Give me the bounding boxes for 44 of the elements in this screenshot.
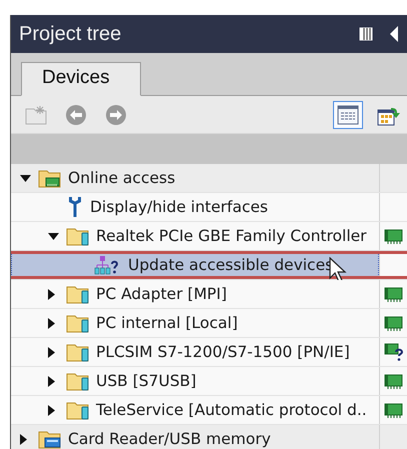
expand-arrow-icon[interactable] <box>48 404 55 416</box>
collapse-arrow-icon[interactable] <box>48 232 59 240</box>
columns-icon[interactable] <box>359 27 373 41</box>
tree-item[interactable]: TeleService [Automatic protocol d.. <box>11 396 379 424</box>
network-card-icon <box>384 228 404 244</box>
expand-arrow-icon[interactable] <box>48 318 55 328</box>
expand-arrow-icon[interactable] <box>48 346 55 358</box>
item-label: Display/hide interfaces <box>90 198 268 216</box>
item-label: PC internal [Local] <box>96 314 238 332</box>
network-card-icon <box>384 402 404 418</box>
item-label: PC Adapter [MPI] <box>96 285 227 303</box>
network-card-query-icon <box>384 343 404 361</box>
tree-item[interactable]: Display/hide interfaces <box>11 193 379 221</box>
collapse-arrow-icon[interactable] <box>20 174 31 182</box>
network-card-icon <box>384 315 404 331</box>
folder-icon <box>66 371 90 391</box>
item-label: Realtek PCIe GBE Family Controller <box>96 227 367 245</box>
item-label: USB [S7USB] <box>96 372 196 390</box>
item-label: Online access <box>68 169 176 187</box>
item-label: Card Reader/USB memory <box>68 430 271 448</box>
expand-arrow-icon[interactable] <box>48 376 55 386</box>
wrench-icon <box>66 196 84 218</box>
tree-item[interactable]: PLCSIM S7-1200/S7-1500 [PN/IE] <box>11 338 379 366</box>
tree-item[interactable]: Realtek PCIe GBE Family Controller <box>11 222 379 250</box>
folder-icon <box>66 284 90 304</box>
tree-item[interactable]: PC internal [Local] <box>11 309 379 337</box>
folder-icon <box>66 313 90 333</box>
list-view-icon[interactable] <box>333 100 363 128</box>
tree-item[interactable]: PC Adapter [MPI] <box>11 280 379 308</box>
collapse-icon[interactable] <box>389 26 399 42</box>
item-label: PLCSIM S7-1200/S7-1500 [PN/IE] <box>96 343 350 361</box>
folder-icon <box>66 400 90 420</box>
expand-arrow-icon[interactable] <box>20 434 27 444</box>
network-card-icon <box>384 373 404 389</box>
folder-icon <box>66 226 90 246</box>
network-card-icon <box>384 286 404 302</box>
item-label: TeleService [Automatic protocol d.. <box>96 401 367 419</box>
tab[interactable]: Devices <box>21 62 141 96</box>
card-reader-icon <box>38 429 62 449</box>
tree-item[interactable]: USB [S7USB] <box>11 367 379 395</box>
panel-title: Project tree <box>19 22 122 46</box>
expand-arrow-icon[interactable] <box>48 288 55 300</box>
folder-icon <box>66 342 90 362</box>
folder-icon <box>38 168 62 188</box>
